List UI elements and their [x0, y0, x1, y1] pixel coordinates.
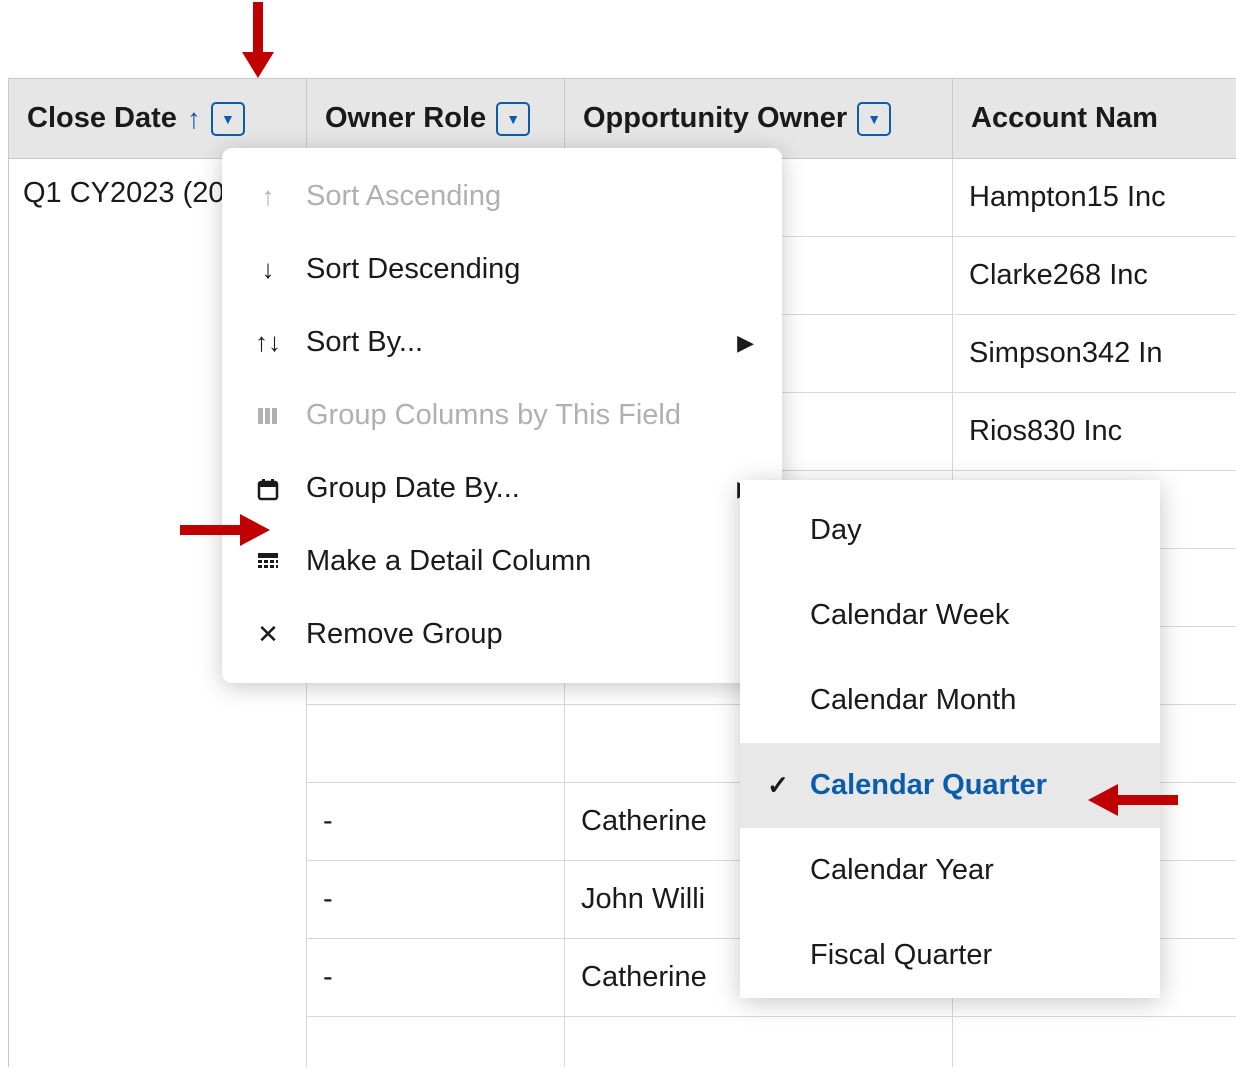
- table-icon: [252, 550, 284, 574]
- submenu-label: Day: [810, 514, 862, 547]
- column-menu-trigger[interactable]: ▼: [857, 102, 891, 136]
- sort-icon: ↑↓: [252, 327, 284, 358]
- menu-label: Group Columns by This Field: [306, 399, 681, 432]
- group-date-submenu: Day Calendar Week Calendar Month ✓ Calen…: [740, 480, 1160, 998]
- table-cell: Hampton15 Inc: [953, 159, 1236, 237]
- col-label: Owner Role: [325, 102, 486, 135]
- table-cell: Clarke268 Inc: [953, 237, 1236, 315]
- annotation-arrow-right-menu: [178, 510, 270, 550]
- table-cell: [953, 1017, 1236, 1067]
- submenu-label: Fiscal Quarter: [810, 939, 992, 972]
- menu-sort-ascending: ↑ Sort Ascending: [222, 160, 782, 233]
- table-cell: Simpson342 In: [953, 315, 1236, 393]
- table-cell: [307, 1017, 564, 1067]
- table-cell: -: [307, 939, 564, 1017]
- sort-asc-indicator-icon: ↑: [187, 103, 201, 135]
- menu-label: Remove Group: [306, 618, 503, 651]
- col-header-close-date[interactable]: Close Date ↑ ▼: [9, 79, 307, 158]
- col-header-opportunity-owner[interactable]: Opportunity Owner ▼: [565, 79, 953, 158]
- table-header-row: Close Date ↑ ▼ Owner Role ▼ Opportunity …: [9, 79, 1236, 159]
- col-header-owner-role[interactable]: Owner Role ▼: [307, 79, 565, 158]
- menu-label: Make a Detail Column: [306, 545, 591, 578]
- annotation-arrow-down: [238, 0, 278, 78]
- submenu-fiscal-quarter[interactable]: Fiscal Quarter: [740, 913, 1160, 998]
- menu-label: Group Date By...: [306, 472, 520, 505]
- annotation-arrow-left-submenu: [1088, 780, 1180, 820]
- arrow-down-icon: ↓: [252, 254, 284, 285]
- menu-label: Sort By...: [306, 326, 423, 359]
- col-label: Opportunity Owner: [583, 102, 847, 135]
- menu-make-detail-column[interactable]: Make a Detail Column: [222, 525, 782, 598]
- submenu-label: Calendar Week: [810, 599, 1009, 632]
- check-icon: ✓: [764, 770, 792, 801]
- menu-label: Sort Ascending: [306, 180, 501, 213]
- menu-group-date-by[interactable]: Group Date By... ▶: [222, 452, 782, 525]
- chevron-right-icon: ▶: [737, 330, 754, 356]
- columns-icon: [252, 404, 284, 428]
- column-menu-trigger[interactable]: ▼: [496, 102, 530, 136]
- submenu-calendar-month[interactable]: Calendar Month: [740, 658, 1160, 743]
- submenu-calendar-year[interactable]: Calendar Year: [740, 828, 1160, 913]
- submenu-calendar-week[interactable]: Calendar Week: [740, 573, 1160, 658]
- column-dropdown-menu: ↑ Sort Ascending ↓ Sort Descending ↑↓ So…: [222, 148, 782, 683]
- col-header-account-name[interactable]: Account Nam: [953, 79, 1236, 158]
- menu-group-columns: Group Columns by This Field: [222, 379, 782, 452]
- menu-sort-descending[interactable]: ↓ Sort Descending: [222, 233, 782, 306]
- submenu-label: Calendar Quarter: [810, 769, 1047, 802]
- table-cell: -: [307, 861, 564, 939]
- close-icon: ✕: [252, 619, 284, 650]
- menu-label: Sort Descending: [306, 253, 520, 286]
- arrow-up-icon: ↑: [252, 181, 284, 212]
- chevron-down-icon: ▼: [506, 111, 520, 127]
- chevron-down-icon: ▼: [221, 111, 235, 127]
- submenu-label: Calendar Year: [810, 854, 994, 887]
- table-cell: -: [307, 783, 564, 861]
- table-cell: [565, 1017, 952, 1067]
- col-label: Close Date: [27, 102, 177, 135]
- col-label: Account Nam: [971, 102, 1158, 135]
- menu-sort-by[interactable]: ↑↓ Sort By... ▶: [222, 306, 782, 379]
- chevron-down-icon: ▼: [867, 111, 881, 127]
- submenu-label: Calendar Month: [810, 684, 1016, 717]
- column-menu-trigger[interactable]: ▼: [211, 102, 245, 136]
- menu-remove-group[interactable]: ✕ Remove Group: [222, 598, 782, 671]
- table-cell: [307, 705, 564, 783]
- calendar-icon: [252, 477, 284, 501]
- submenu-day[interactable]: Day: [740, 488, 1160, 573]
- table-cell: Rios830 Inc: [953, 393, 1236, 471]
